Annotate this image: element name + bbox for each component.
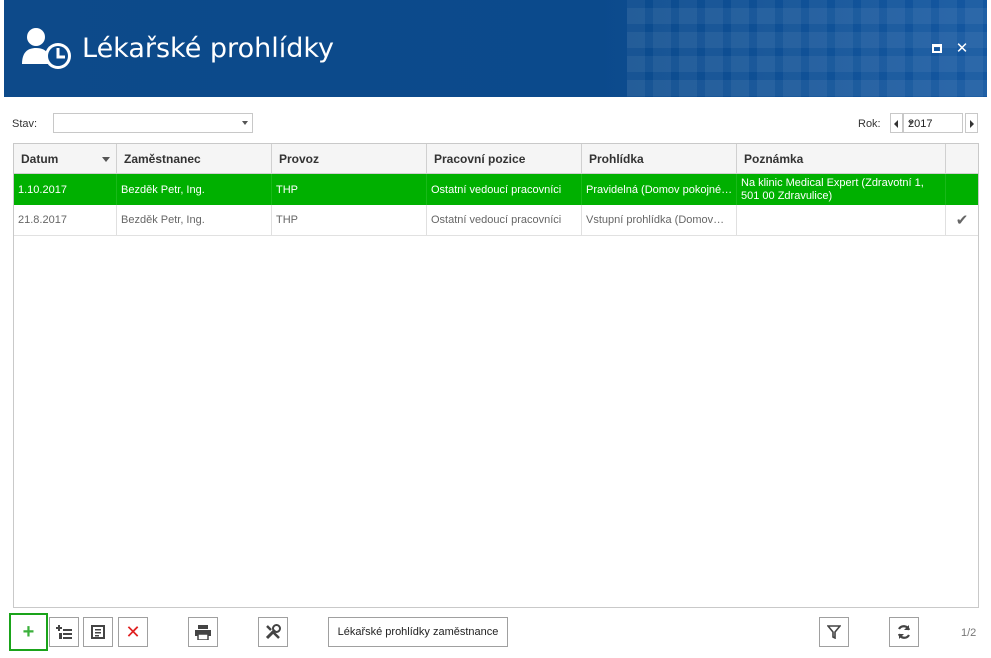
stav-label: Stav: xyxy=(12,118,38,130)
page-title: Lékařské prohlídky xyxy=(82,33,334,64)
edit-document-icon xyxy=(91,625,105,639)
done-check-icon: ✔ xyxy=(955,212,969,229)
employee-exams-button[interactable]: Lékařské prohlídky zaměstnance xyxy=(328,617,508,647)
refresh-icon xyxy=(897,625,911,639)
arrow-right-icon xyxy=(970,120,974,128)
cell-poznamka xyxy=(737,205,946,235)
rok-label: Rok: xyxy=(858,118,881,130)
column-poznamka[interactable]: Poznámka xyxy=(737,144,946,174)
cell-zamestnanec: Bezděk Petr, Ing. xyxy=(117,174,272,205)
column-pozice[interactable]: Pracovní pozice xyxy=(427,144,582,174)
cell-prohlidka: Pravidelná (Domov pokojné… xyxy=(582,174,737,205)
maximize-button[interactable] xyxy=(929,40,945,56)
table-row[interactable]: 1.10.2017 Bezděk Petr, Ing. THP Ostatní … xyxy=(14,174,978,205)
stav-select[interactable] xyxy=(53,113,253,133)
cell-pozice: Ostatní vedoucí pracovníci xyxy=(427,205,582,235)
column-label: Datum xyxy=(21,152,59,166)
filter-bar: Stav: Rok: 2017 xyxy=(12,113,980,133)
cell-pozice: Ostatní vedoucí pracovníci xyxy=(427,174,582,205)
chevron-down-icon xyxy=(908,121,914,125)
tools-icon xyxy=(265,624,281,640)
cell-zamestnanec: Bezděk Petr, Ing. xyxy=(117,205,272,235)
year-next-button[interactable] xyxy=(965,113,978,133)
column-prohlidka[interactable]: Prohlídka xyxy=(582,144,737,174)
cell-provoz: THP xyxy=(272,174,427,205)
edit-button[interactable] xyxy=(83,617,113,647)
delete-button[interactable]: ✕ xyxy=(118,617,148,647)
print-button[interactable] xyxy=(188,617,218,647)
cell-datum: 21.8.2017 xyxy=(14,205,117,235)
printer-icon xyxy=(195,624,211,640)
cell-provoz: THP xyxy=(272,205,427,235)
column-zamestnanec[interactable]: Zaměstnanec xyxy=(117,144,272,174)
add-list-icon xyxy=(56,625,72,639)
bottom-toolbar: ✕ Lékařské prohlídky zaměstnance xyxy=(0,617,991,647)
settings-button[interactable] xyxy=(258,617,288,647)
delete-icon: ✕ xyxy=(125,621,141,642)
table-row[interactable]: 21.8.2017 Bezděk Petr, Ing. THP Ostatní … xyxy=(14,205,978,236)
chevron-down-icon xyxy=(242,121,248,125)
app-header: Lékařské prohlídky ✕ xyxy=(4,0,987,97)
filter-button[interactable] xyxy=(819,617,849,647)
year-select[interactable]: 2017 xyxy=(903,113,963,133)
sort-desc-icon xyxy=(102,157,110,162)
column-provoz[interactable]: Provoz xyxy=(272,144,427,174)
refresh-button[interactable] xyxy=(889,617,919,647)
year-prev-button[interactable] xyxy=(890,113,903,133)
medical-exam-icon xyxy=(22,28,71,69)
cell-datum: 1.10.2017 xyxy=(14,174,117,205)
exams-table: Datum Zaměstnanec Provoz Pracovní pozice… xyxy=(13,143,979,608)
column-datum[interactable]: Datum xyxy=(14,144,117,174)
arrow-left-icon xyxy=(894,120,898,128)
done-check-icon xyxy=(946,174,978,205)
maximize-icon xyxy=(932,43,942,53)
cell-poznamka: Na klinic Medical Expert (Zdravotní 1, 5… xyxy=(737,174,946,205)
cell-prohlidka: Vstupní prohlídka (Domov… xyxy=(582,205,737,235)
add-multiple-button[interactable] xyxy=(49,617,79,647)
table-header: Datum Zaměstnanec Provoz Pracovní pozice… xyxy=(14,144,978,174)
close-button[interactable]: ✕ xyxy=(954,40,970,57)
filter-icon xyxy=(827,625,841,639)
page-indicator: 1/2 xyxy=(961,627,977,639)
column-done xyxy=(946,144,978,174)
